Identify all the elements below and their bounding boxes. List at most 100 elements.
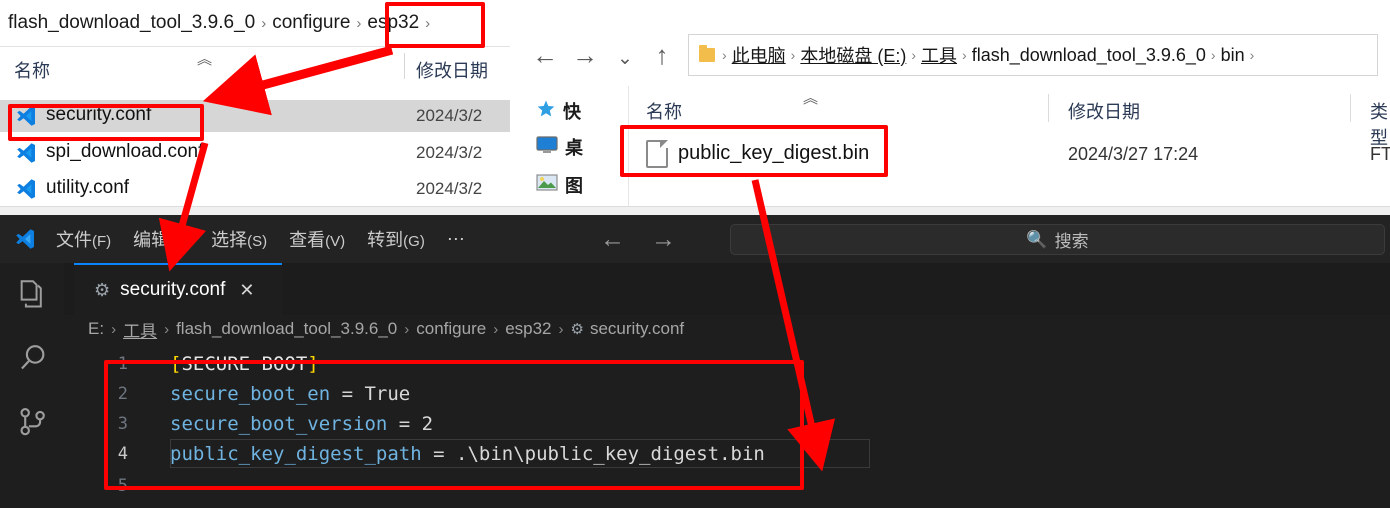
desktop-label: 桌 [565,138,583,158]
line-content: secure_boot_en = True [170,382,411,405]
breadcrumb-item-flash-download-tool[interactable]: flash_download_tool_3.9.6_0 [176,319,397,339]
go-forward-button[interactable]: → [651,225,676,254]
file-type-label: FTE Binary Exp [1370,144,1390,164]
column-header-row-right: 名称 ︽ 修改日期 类型 [628,86,1390,148]
address-chevron-icon: › [1210,47,1216,63]
line-number: 3 [117,413,128,434]
menu-item-file[interactable]: 文件(F) [56,226,111,252]
tab-security-conf[interactable]: ⚙ security.conf ✕ [74,263,282,315]
vscode-file-icon [14,177,38,201]
breadcrumb-item-drive[interactable]: E: [88,319,104,339]
title-strip-right [510,0,1390,24]
vscode-activity-bar [0,263,64,508]
file-date-label: 2024/3/2 [416,179,483,198]
generic-file-icon [646,140,668,168]
quick-access-pane: 快 桌 图 [510,86,629,215]
tab-label: security.conf [120,279,226,300]
search-placeholder: 搜索 [1054,232,1089,251]
breadcrumb-item-security-conf[interactable]: security.conf [590,319,684,339]
line-number: 5 [117,475,128,496]
vscode-logo-icon [12,227,38,251]
explorer-icon[interactable] [16,277,50,311]
recent-locations-button[interactable]: ⌄ [608,42,642,76]
source-control-icon[interactable] [16,405,50,439]
navigation-bar-right: ← → ⌄ ↑ › 此电脑 › 本地磁盘 (E:) › 工具 › flash_d… [510,24,1390,86]
star-icon [536,99,556,124]
breadcrumb-chevron-icon: › [164,320,170,338]
breadcrumb-chevron-icon: › [425,14,431,32]
breadcrumb-item-tools[interactable]: 工具 [123,317,157,342]
breadcrumb-chevron-icon: › [261,14,267,32]
menu-item-view[interactable]: 查看(V) [289,226,345,252]
file-row-security-conf[interactable]: security.conf 2024/3/2 [0,100,510,132]
file-explorer-window-left: flash_download_tool_3.9.6_0 › configure … [0,0,510,215]
pictures-icon [536,173,558,198]
vscode-nav-arrows: ← → [600,215,702,263]
line-number: 2 [117,383,128,404]
quick-access-item[interactable]: 快 [536,98,581,124]
menu-item-edit[interactable]: 编辑(E) [133,226,189,252]
breadcrumb-chevron-icon: › [404,320,410,338]
breadcrumb-item-esp32[interactable]: esp32 [367,12,419,34]
address-item-local-disk-e[interactable]: 本地磁盘 (E:) [800,42,906,68]
file-row-spi-download-conf[interactable]: spi_download.conf 2024/3/2 [0,137,510,169]
address-chevron-icon: › [1249,47,1255,63]
file-name-label: public_key_digest.bin [678,142,870,164]
line-content: secure_boot_version = 2 [170,412,434,435]
breadcrumb-chevron-icon: › [493,320,499,338]
address-bar[interactable]: › 此电脑 › 本地磁盘 (E:) › 工具 › flash_download_… [688,34,1378,76]
file-name-label: security.conf [46,104,152,125]
breadcrumb-item-flash-download-tool[interactable]: flash_download_tool_3.9.6_0 [8,12,255,34]
vscode-file-icon [14,141,38,165]
line-content: public_key_digest_path = .\bin\public_ke… [170,442,765,465]
folder-icon [699,45,715,62]
file-row-utility-conf[interactable]: utility.conf 2024/3/2 [0,173,510,205]
menu-item-selection[interactable]: 选择(S) [211,226,267,252]
address-item-bin[interactable]: bin [1221,45,1245,66]
column-header-name[interactable]: 名称 [646,98,682,124]
column-header-row-left: 名称 ︽ 修改日期 [0,46,510,90]
command-center-search[interactable]: 🔍 搜索 [730,224,1385,255]
sort-ascending-icon: ︽ [197,51,213,68]
quick-access-label: 快 [563,102,581,122]
file-date-label: 2024/3/2 [416,143,483,162]
column-divider [1350,94,1351,122]
menu-item-more[interactable]: ⋯ [447,229,465,250]
forward-button[interactable]: → [568,38,602,72]
address-item-flash-download-tool[interactable]: flash_download_tool_3.9.6_0 [972,45,1206,66]
pictures-item[interactable]: 图 [536,172,583,198]
file-explorer-window-right: ← → ⌄ ↑ › 此电脑 › 本地磁盘 (E:) › 工具 › flash_d… [510,0,1390,215]
vscode-editor[interactable]: 1 [SECURE BOOT] 2 secure_boot_en = True … [64,343,1390,508]
address-item-tools[interactable]: 工具 [921,42,957,68]
column-header-name[interactable]: 名称 [14,57,50,83]
search-icon[interactable] [16,341,50,375]
status-bar-right [510,206,1390,215]
column-divider [404,53,405,79]
up-button[interactable]: ↑ [645,38,679,72]
close-icon[interactable]: ✕ [239,280,254,301]
line-number: 1 [117,353,128,374]
sort-ascending-icon: ︽ [803,90,819,107]
breadcrumb-chevron-icon: › [558,320,564,338]
go-back-button[interactable]: ← [600,225,625,254]
breadcrumb-item-esp32[interactable]: esp32 [505,319,551,339]
address-chevron-icon: › [962,47,967,63]
column-header-date[interactable]: 修改日期 [1068,98,1140,124]
column-header-date[interactable]: 修改日期 [416,57,488,83]
breadcrumb-chevron-icon: › [356,14,362,32]
vscode-window: 文件(F) 编辑(E) 选择(S) 查看(V) 转到(G) ⋯ ← → 🔍 搜索 [0,215,1390,508]
address-chevron-icon: › [911,47,917,63]
back-button[interactable]: ← [528,38,562,72]
breadcrumb-left: flash_download_tool_3.9.6_0 › configure … [0,0,510,46]
screenshot-root: flash_download_tool_3.9.6_0 › configure … [0,0,1390,508]
desktop-item[interactable]: 桌 [536,134,583,160]
address-item-this-pc[interactable]: 此电脑 [732,42,786,68]
status-bar-left [0,206,510,215]
breadcrumb-item-configure[interactable]: configure [272,12,350,34]
line-content: [SECURE BOOT] [170,352,319,375]
vscode-title-bar: 文件(F) 编辑(E) 选择(S) 查看(V) 转到(G) ⋯ ← → 🔍 搜索 [0,215,1390,263]
breadcrumb-item-configure[interactable]: configure [416,319,486,339]
file-row-public-key-digest-bin[interactable]: public_key_digest.bin 2024/3/27 17:24 FT… [628,130,1390,182]
vscode-breadcrumb: E: › 工具 › flash_download_tool_3.9.6_0 › … [64,315,1390,343]
menu-item-go[interactable]: 转到(G) [367,226,425,252]
